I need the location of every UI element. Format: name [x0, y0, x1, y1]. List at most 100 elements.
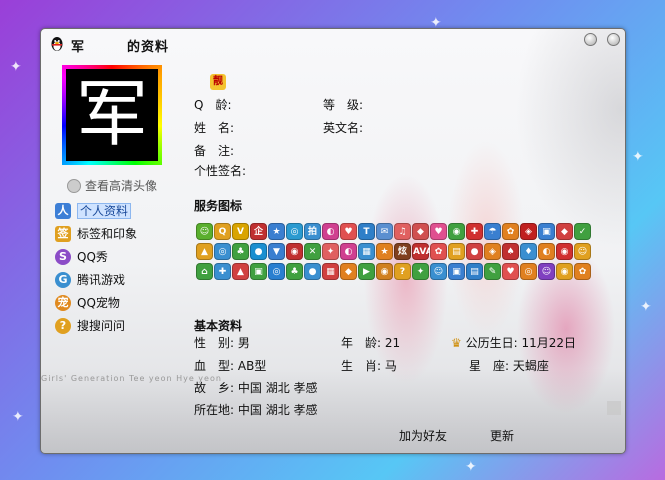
minimize-button[interactable]: [584, 33, 597, 46]
photo-watermark: Girls' Generation Tee yeon Hye yeon: [41, 374, 222, 383]
service-icon[interactable]: ♥: [340, 223, 357, 240]
service-icon[interactable]: 企: [250, 223, 267, 240]
service-icon[interactable]: T: [358, 223, 375, 240]
service-icon[interactable]: ✎: [484, 263, 501, 280]
constellation-value: 天蝎座: [512, 359, 549, 373]
service-icon[interactable]: ▦: [322, 263, 339, 280]
service-icon[interactable]: ◆: [556, 223, 573, 240]
service-icon[interactable]: ▦: [358, 243, 375, 260]
service-icon[interactable]: ✚: [214, 263, 231, 280]
close-button[interactable]: [607, 33, 620, 46]
service-icon[interactable]: ◆: [340, 263, 357, 280]
resize-grip[interactable]: [607, 401, 621, 415]
sidebar-item-games[interactable]: G 腾讯游戏: [55, 270, 195, 293]
zodiac-label: 生 肖:: [341, 359, 382, 373]
service-icon[interactable]: ☺: [430, 263, 447, 280]
update-button[interactable]: 更新: [490, 427, 514, 444]
service-icon[interactable]: ♦: [520, 243, 537, 260]
service-icon[interactable]: ♫: [394, 223, 411, 240]
service-icon[interactable]: ◐: [340, 243, 357, 260]
pet-icon: 宠: [55, 295, 71, 311]
service-icon[interactable]: ●: [304, 263, 321, 280]
service-icon[interactable]: ✦: [412, 263, 429, 280]
location-value: 中国 湖北 孝感: [237, 403, 318, 417]
service-icon[interactable]: ◉: [376, 263, 393, 280]
service-icon[interactable]: ◐: [538, 243, 555, 260]
sidebar-item-label: 搜搜问问: [77, 319, 126, 333]
avatar-char: 军: [66, 69, 158, 161]
service-icon[interactable]: ◎: [214, 243, 231, 260]
service-icon[interactable]: ★: [376, 243, 393, 260]
age-field: 年 龄: 21: [341, 334, 400, 351]
service-icon[interactable]: ♣: [232, 243, 249, 260]
zodiac-field: 生 肖: 马: [341, 357, 397, 374]
service-icon[interactable]: ▼: [268, 243, 285, 260]
service-icon[interactable]: ▣: [448, 263, 465, 280]
service-icon[interactable]: ✿: [574, 263, 591, 280]
service-icon[interactable]: ◉: [556, 263, 573, 280]
service-icon[interactable]: ▣: [250, 263, 267, 280]
service-icon[interactable]: ✓: [574, 223, 591, 240]
service-icon[interactable]: ●: [466, 243, 483, 260]
service-icon[interactable]: ♥: [430, 223, 447, 240]
service-icon[interactable]: ?: [394, 263, 411, 280]
service-icon[interactable]: ◉: [448, 223, 465, 240]
service-icon[interactable]: ☂: [484, 223, 501, 240]
service-icon[interactable]: ♥: [502, 263, 519, 280]
sidebar-item-pet[interactable]: 宠 QQ宠物: [55, 293, 195, 316]
service-icon[interactable]: ▤: [466, 263, 483, 280]
sparkle-icon: ✦: [10, 59, 22, 75]
question-icon: ?: [55, 318, 71, 334]
service-icon[interactable]: ◎: [268, 263, 285, 280]
profile-window: 军 的资料 军 查看高清头像 人 个人资料 签 标签和印象 S QQ秀 G 腾讯游…: [40, 28, 626, 454]
service-icon[interactable]: ✿: [502, 223, 519, 240]
service-icon[interactable]: ☺: [538, 263, 555, 280]
service-icon[interactable]: ✦: [322, 243, 339, 260]
service-icon[interactable]: ✚: [466, 223, 483, 240]
add-friend-button[interactable]: 加为好友: [399, 427, 447, 444]
service-icon[interactable]: ▲: [196, 243, 213, 260]
service-icon[interactable]: ◆: [412, 223, 429, 240]
service-icon[interactable]: 拍: [304, 223, 321, 240]
service-icon[interactable]: ✕: [304, 243, 321, 260]
service-icon[interactable]: ◉: [556, 243, 573, 260]
service-icon[interactable]: ✉: [376, 223, 393, 240]
sidebar-item-tags[interactable]: 签 标签和印象: [55, 224, 195, 247]
service-icon[interactable]: ◐: [322, 223, 339, 240]
signature-label: 个性签名:: [194, 164, 247, 178]
service-icon[interactable]: 炫: [394, 243, 411, 260]
service-icon[interactable]: ▣: [538, 223, 555, 240]
service-icon[interactable]: ☺: [196, 223, 213, 240]
service-icon[interactable]: ◎: [520, 263, 537, 280]
blood-type-field: 血 型: AB型: [194, 357, 266, 374]
service-icon[interactable]: ◈: [484, 243, 501, 260]
service-icon[interactable]: ●: [250, 243, 267, 260]
service-icon[interactable]: ▤: [448, 243, 465, 260]
service-icon[interactable]: ▶: [358, 263, 375, 280]
service-icon[interactable]: ♠: [502, 243, 519, 260]
service-icons-title: 服务图标: [194, 199, 243, 213]
view-hd-avatar-link[interactable]: 查看高清头像: [67, 177, 157, 194]
service-icons-grid: ☺ Q V 企 ★ ◎ 拍 ◐ ♥ T ✉ ♫ ◆ ♥ ◉ ✚ ☂ ✿ ◈ ▣ ◆ ✓▲ ◎ ♣ ● ▼ ◉ ✕ ✦ ◐ ▦ ★ 炫 AVA ✿ ▤ ●…: [196, 223, 596, 283]
service-icon[interactable]: ♣: [286, 263, 303, 280]
service-icon[interactable]: ★: [268, 223, 285, 240]
sidebar-item-qqshow[interactable]: S QQ秀: [55, 247, 195, 270]
service-icon[interactable]: ◉: [286, 243, 303, 260]
qqshow-icon: S: [55, 249, 71, 265]
avatar[interactable]: 军: [62, 65, 162, 165]
service-icon[interactable]: Q: [214, 223, 231, 240]
service-icon[interactable]: ✿: [430, 243, 447, 260]
service-icon[interactable]: V: [232, 223, 249, 240]
sparkle-icon: ✦: [632, 149, 644, 165]
service-icon[interactable]: ◎: [286, 223, 303, 240]
sidebar-item-soso[interactable]: ? 搜搜问问: [55, 316, 195, 339]
service-icon[interactable]: AVA: [412, 243, 433, 260]
service-icon[interactable]: ⌂: [196, 263, 213, 280]
service-icon[interactable]: ▲: [232, 263, 249, 280]
sidebar-item-profile[interactable]: 人 个人资料: [55, 201, 195, 224]
tag-icon: 签: [55, 226, 71, 242]
service-icon[interactable]: ☺: [574, 243, 591, 260]
blood-label: 血 型:: [194, 359, 235, 373]
service-icon[interactable]: ◈: [520, 223, 537, 240]
hometown-label: 故 乡:: [194, 381, 235, 395]
